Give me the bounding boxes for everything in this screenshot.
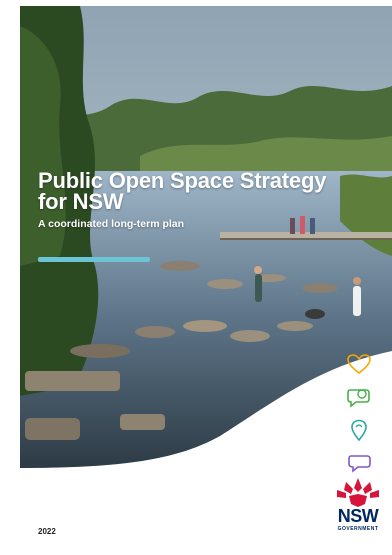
location-pin-icon [351,419,367,441]
waratah-icon [337,478,379,507]
logo-wordmark: NSW [337,506,379,526]
cover-photo [20,6,392,468]
report-subtitle: A coordinated long-term plan [38,218,185,230]
report-cover: Public Open Space Strategy for NSW A coo… [0,0,392,555]
report-title: Public Open Space Strategy for NSW [38,168,327,214]
nsw-government-logo: NSW GOVERNMENT [331,476,385,538]
speech-bubble-green-icon [347,389,370,408]
heart-icon [347,354,371,375]
icon-stack [346,353,376,485]
speech-bubble-purple-icon [348,455,371,473]
accent-bar [38,257,150,262]
logo-tagline: GOVERNMENT [337,526,379,532]
title-block: Public Open Space Strategy for NSW A coo… [38,170,338,231]
publication-year: 2022 [38,527,56,536]
